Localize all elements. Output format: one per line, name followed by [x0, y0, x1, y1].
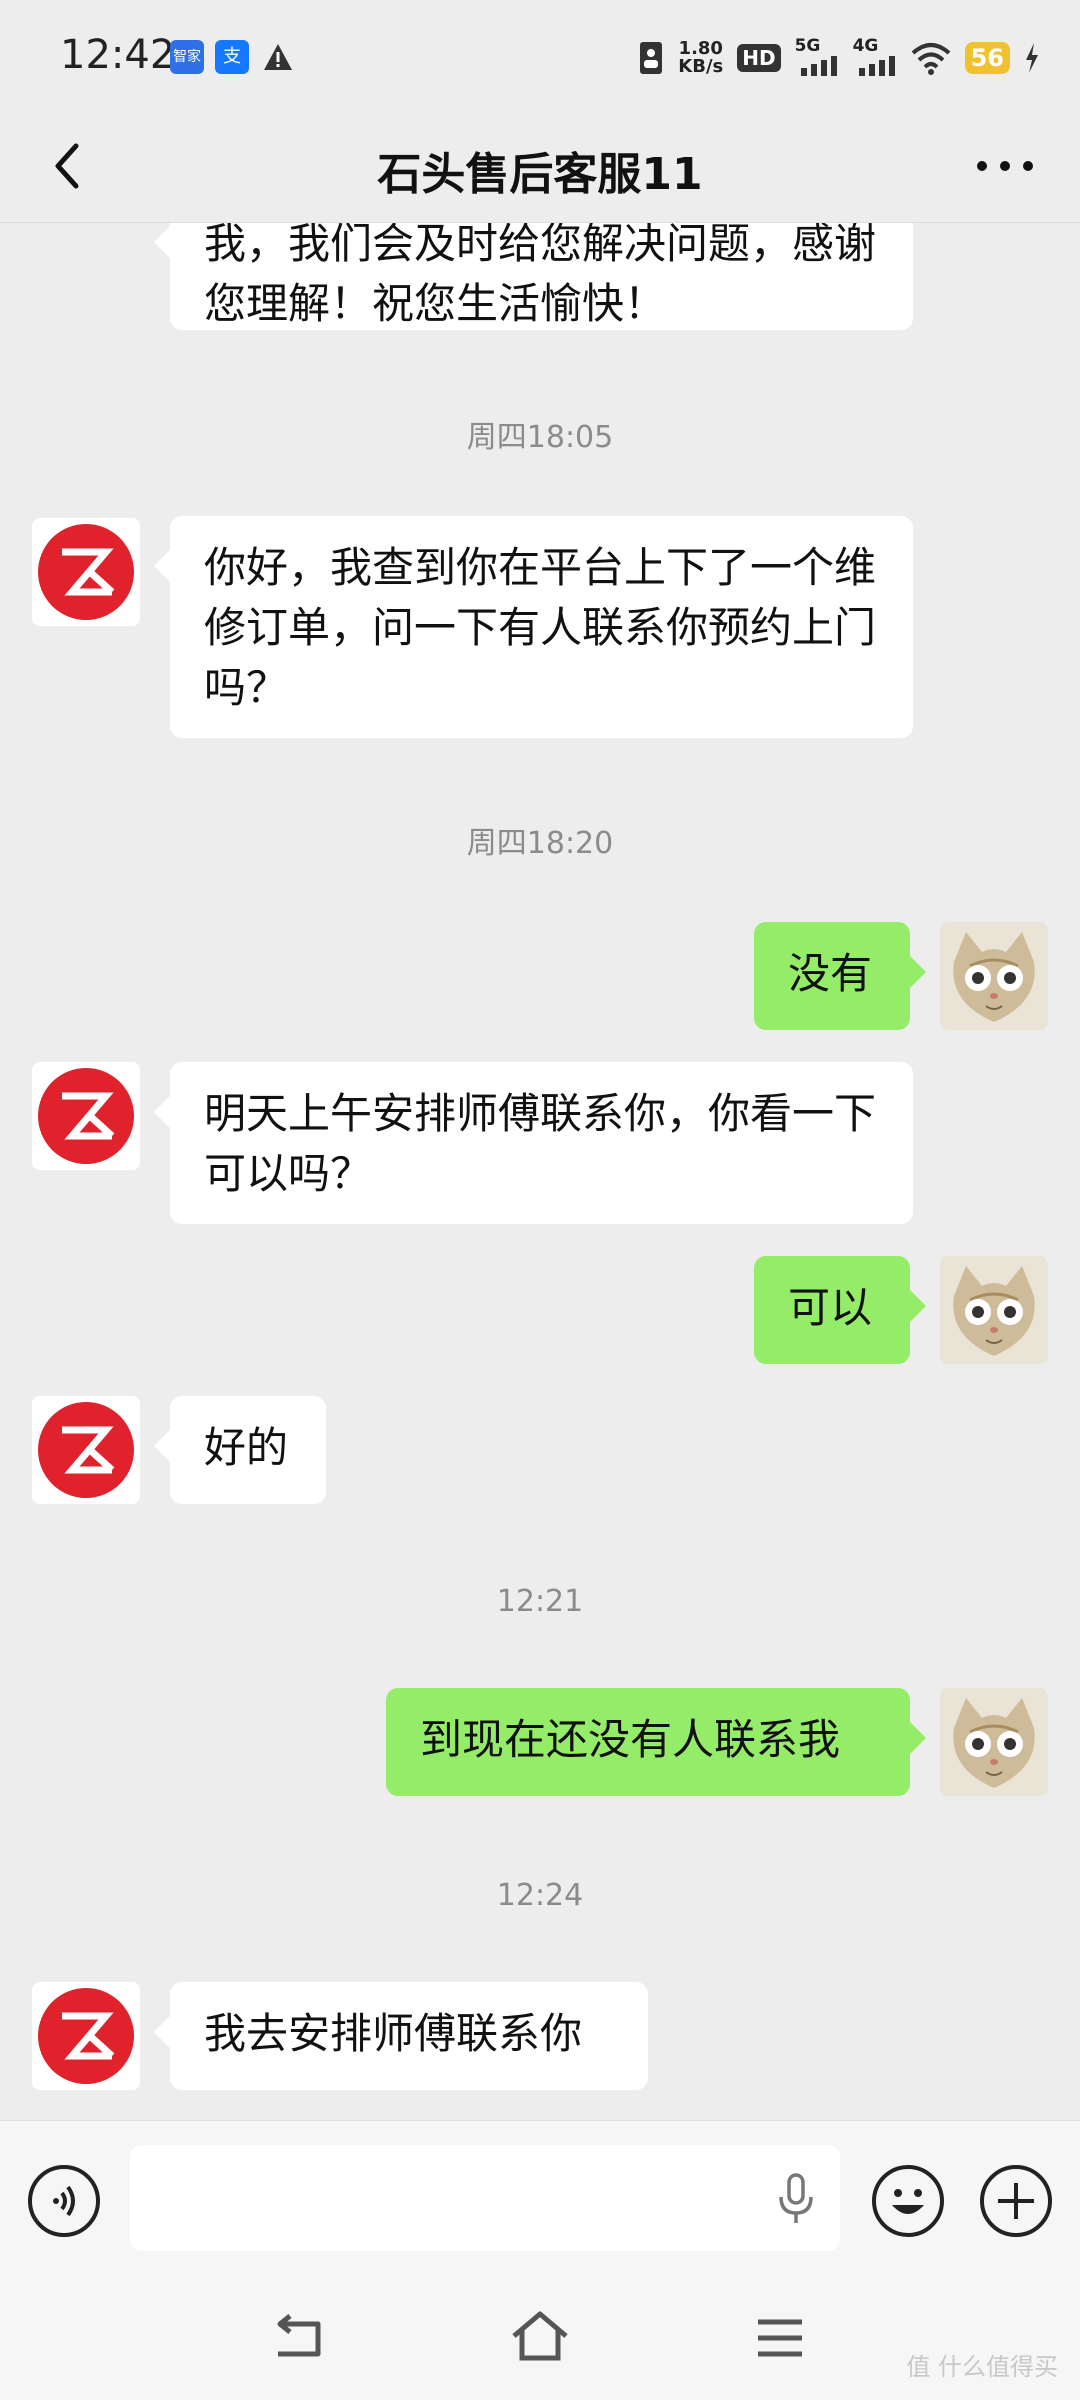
timestamp: 12:21	[496, 1584, 584, 1619]
roborock-logo-icon	[32, 1062, 140, 1170]
net-5g-label: 5G	[794, 36, 821, 56]
more-options-icon[interactable]	[970, 136, 1040, 196]
hd-badge: HD	[737, 44, 781, 72]
outgoing-message-bubble[interactable]: 到现在还没有人联系我	[386, 1688, 926, 1796]
wifi-icon	[911, 43, 950, 75]
user-avatar[interactable]	[940, 922, 1048, 1030]
outgoing-message-bubble[interactable]: 没有	[754, 922, 926, 1030]
user-avatar[interactable]	[940, 1256, 1048, 1364]
message-input-bar	[0, 2120, 1080, 2281]
support-avatar[interactable]	[32, 1396, 140, 1504]
user-avatar[interactable]	[940, 1688, 1048, 1796]
message-text-input[interactable]	[130, 2145, 840, 2251]
emoji-button[interactable]	[872, 2165, 944, 2237]
support-avatar[interactable]	[32, 1062, 140, 1170]
nav-home-icon[interactable]	[510, 2310, 570, 2362]
cat-avatar-icon	[940, 1256, 1048, 1364]
signal-bars-icon	[800, 56, 837, 76]
nav-back-icon[interactable]	[270, 2314, 326, 2362]
status-right: 1.80 KB/s HD 5G 4G 56	[638, 36, 1040, 80]
message-text: 我去安排师傅联系你	[204, 2009, 583, 2058]
charging-bolt-icon	[1026, 43, 1038, 73]
message-text: 明天上午安排师傅联系你，你看一下可以吗？	[204, 1089, 877, 1198]
chat-title: 石头售后客服11	[377, 149, 703, 200]
timestamp: 周四18:20	[466, 826, 614, 861]
roborock-logo-icon	[32, 518, 140, 626]
message-text: 到现在还没有人联系我	[420, 1715, 841, 1764]
network-speed: 1.80 KB/s	[678, 40, 723, 76]
voice-wave-icon	[53, 2185, 75, 2217]
watermark: 值 什么值得买	[906, 2353, 1058, 2381]
incoming-message-bubble[interactable]: 你好，我查到你在平台上下了一个维修订单，问一下有人联系你预约上门吗？	[154, 516, 913, 738]
message-text: 我，我们会及时给您解决问题，感谢您理解！祝您生活愉快！	[204, 222, 877, 328]
cat-avatar-icon	[940, 1688, 1048, 1796]
smart-home-app-icon: 智家	[170, 40, 204, 74]
message-text: 可以	[788, 1283, 873, 1332]
incoming-message-bubble[interactable]: 明天上午安排师傅联系你，你看一下可以吗？	[154, 1062, 913, 1224]
plus-icon	[998, 2183, 1034, 2219]
incoming-message-bubble[interactable]: 好的	[154, 1396, 326, 1504]
support-avatar[interactable]	[32, 1982, 140, 2090]
timestamp: 周四18:05	[466, 420, 614, 455]
voice-toggle-button[interactable]	[28, 2165, 100, 2237]
microphone-icon[interactable]	[776, 2173, 816, 2225]
signal-bars-icon	[858, 56, 895, 76]
status-bar: 12:42 智家 支 1.80 KB/s HD 5G 4G 56	[0, 0, 1080, 110]
message-text: 没有	[788, 949, 873, 998]
net-4g-label: 4G	[852, 36, 879, 56]
warning-icon	[264, 44, 292, 70]
timestamp: 12:24	[496, 1878, 584, 1913]
support-avatar[interactable]	[32, 518, 140, 626]
nav-menu-icon[interactable]	[754, 2316, 806, 2360]
system-navigation-bar: 值 什么值得买	[0, 2280, 1080, 2400]
speed-unit: KB/s	[678, 56, 724, 77]
battery-level: 56	[964, 42, 1010, 74]
roborock-logo-icon	[32, 1982, 140, 2090]
message-text: 你好，我查到你在平台上下了一个维修订单，问一下有人联系你预约上门吗？	[204, 543, 877, 712]
outgoing-message-bubble[interactable]: 可以	[754, 1256, 926, 1364]
roborock-logo-icon	[32, 1396, 140, 1504]
message-text: 好的	[204, 1423, 289, 1472]
emoji-face-icon	[892, 2189, 924, 2214]
chat-header: 石头售后客服11	[0, 110, 1080, 223]
incoming-message-bubble[interactable]: 我，我们会及时给您解决问题，感谢您理解！祝您生活愉快！	[154, 222, 913, 330]
more-functions-button[interactable]	[980, 2165, 1052, 2237]
cat-avatar-icon	[940, 922, 1048, 1030]
chat-message-list[interactable]: 我，我们会及时给您解决问题，感谢您理解！祝您生活愉快！ 周四18:05 你好，我…	[0, 222, 1080, 2120]
signal-5g: 5G	[794, 36, 839, 78]
sim-card-icon	[640, 42, 663, 74]
signal-4g: 4G	[852, 36, 897, 78]
incoming-message-bubble[interactable]: 我去安排师傅联系你	[154, 1982, 648, 2090]
status-time: 12:42	[60, 32, 176, 78]
alipay-app-icon: 支	[215, 40, 249, 74]
